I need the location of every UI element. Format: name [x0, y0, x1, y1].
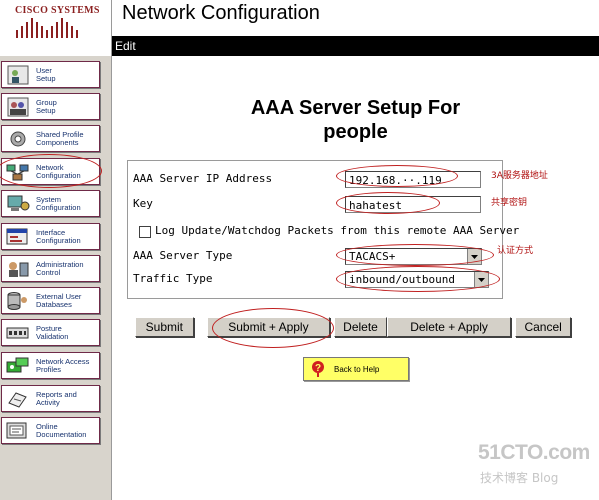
key-label: Key — [133, 197, 153, 210]
sidebar-item-label: Posture Validation — [36, 323, 69, 341]
sidebar-item-label: Network Configuration — [36, 162, 81, 180]
form-heading-line1: AAA Server Setup For — [250, 97, 461, 119]
online-documentation-icon — [5, 420, 30, 441]
system-configuration-icon — [5, 193, 30, 214]
page-title: Network Configuration — [122, 2, 320, 24]
cisco-bridge-icon — [16, 18, 78, 38]
sidebar-item-shared-profile-components[interactable]: Shared Profile Components — [1, 125, 100, 152]
help-question-icon: ? — [311, 360, 325, 378]
sidebar-item-label: User Setup — [36, 65, 56, 83]
shared-profile-icon — [5, 128, 30, 149]
sidebar-item-network-access-profiles[interactable]: Network Access Profiles — [1, 352, 100, 379]
watermark-subtitle: 技术博客 Blog — [480, 471, 559, 485]
edit-title-bar: Edit — [112, 36, 599, 56]
form-buttons: Submit Submit + Apply Delete Delete + Ap… — [135, 317, 571, 337]
sidebar-item-network-configuration[interactable]: Network Configuration — [1, 158, 100, 185]
server-type-note: 认证方式 — [497, 246, 534, 256]
submit-apply-button[interactable]: Submit + Apply — [206, 317, 331, 337]
edit-label: Edit — [115, 39, 136, 53]
sidebar-item-label: Network Access Profiles — [36, 356, 90, 374]
server-type-select[interactable]: TACACS+ — [345, 248, 482, 265]
key-note: 共享密钥 — [491, 198, 528, 208]
submit-button[interactable]: Submit — [135, 317, 194, 337]
log-update-label: Log Update/Watchdog Packets from this re… — [155, 224, 520, 237]
delete-button[interactable]: Delete — [334, 317, 387, 337]
sidebar-item-label: Group Setup — [36, 97, 57, 115]
traffic-type-label: Traffic Type — [133, 272, 213, 285]
sidebar-item-label: System Configuration — [36, 194, 81, 212]
server-type-label: AAA Server Type — [133, 249, 233, 262]
sidebar-item-label: Reports and Activity — [36, 389, 77, 407]
ip-address-note: 3A服务器地址 — [491, 171, 548, 181]
group-setup-icon — [5, 96, 30, 117]
back-to-help-label: Back to Help — [334, 364, 380, 374]
ip-address-field[interactable]: 192.168.··.119 — [345, 171, 481, 188]
cisco-logo: CISCO SYSTEMS — [0, 0, 111, 56]
sidebar-item-online-documentation[interactable]: Online Documentation — [1, 417, 100, 444]
administration-control-icon — [5, 258, 30, 279]
sidebar-item-external-user-databases[interactable]: External User Databases — [1, 287, 100, 314]
sidebar-item-reports-and-activity[interactable]: Reports and Activity — [1, 385, 100, 412]
form-heading: AAA Server Setup For people — [112, 96, 599, 144]
interface-configuration-icon — [5, 226, 30, 247]
sidebar-item-administration-control[interactable]: Administration Control — [1, 255, 100, 282]
network-configuration-icon — [5, 161, 30, 182]
ip-address-label: AAA Server IP Address — [133, 172, 273, 185]
sidebar-item-label: Administration Control — [36, 259, 84, 277]
logo-text: CISCO SYSTEMS — [15, 5, 100, 16]
network-access-profiles-icon — [5, 355, 30, 376]
key-field[interactable]: hahatest — [345, 196, 481, 213]
server-type-value: TACACS+ — [349, 250, 396, 263]
sidebar-navigation: CISCO SYSTEMS User Setup Group Setup Sha… — [0, 0, 112, 500]
chevron-down-icon[interactable] — [474, 272, 488, 287]
sidebar-item-interface-configuration[interactable]: Interface Configuration — [1, 223, 100, 250]
back-to-help-button[interactable]: ? Back to Help — [303, 357, 409, 381]
sidebar-item-label: Shared Profile Components — [36, 129, 84, 147]
chevron-down-icon[interactable] — [467, 249, 481, 264]
watermark-logo: 51CTO.com — [478, 441, 590, 464]
sidebar-item-label: Online Documentation — [36, 421, 87, 439]
traffic-type-select[interactable]: inbound/outbound — [345, 271, 489, 288]
sidebar-item-label: Interface Configuration — [36, 227, 81, 245]
traffic-type-value: inbound/outbound — [349, 273, 455, 286]
sidebar-item-posture-validation[interactable]: Posture Validation — [1, 319, 100, 346]
cancel-button[interactable]: Cancel — [515, 317, 571, 337]
sidebar-item-group-setup[interactable]: Group Setup — [1, 93, 100, 120]
sidebar-item-user-setup[interactable]: User Setup — [1, 61, 100, 88]
posture-validation-icon — [5, 322, 30, 343]
log-update-checkbox[interactable] — [139, 226, 151, 238]
reports-activity-icon — [5, 388, 30, 409]
form-heading-line2: people — [323, 121, 388, 143]
sidebar-item-system-configuration[interactable]: System Configuration — [1, 190, 100, 217]
external-user-databases-icon — [5, 290, 30, 311]
sidebar-item-label: External User Databases — [36, 291, 82, 309]
delete-apply-button[interactable]: Delete + Apply — [386, 317, 512, 337]
svg-text:?: ? — [315, 363, 321, 374]
user-setup-icon — [5, 64, 30, 85]
aaa-server-form: AAA Server IP Address 192.168.··.119 Key… — [127, 160, 519, 299]
